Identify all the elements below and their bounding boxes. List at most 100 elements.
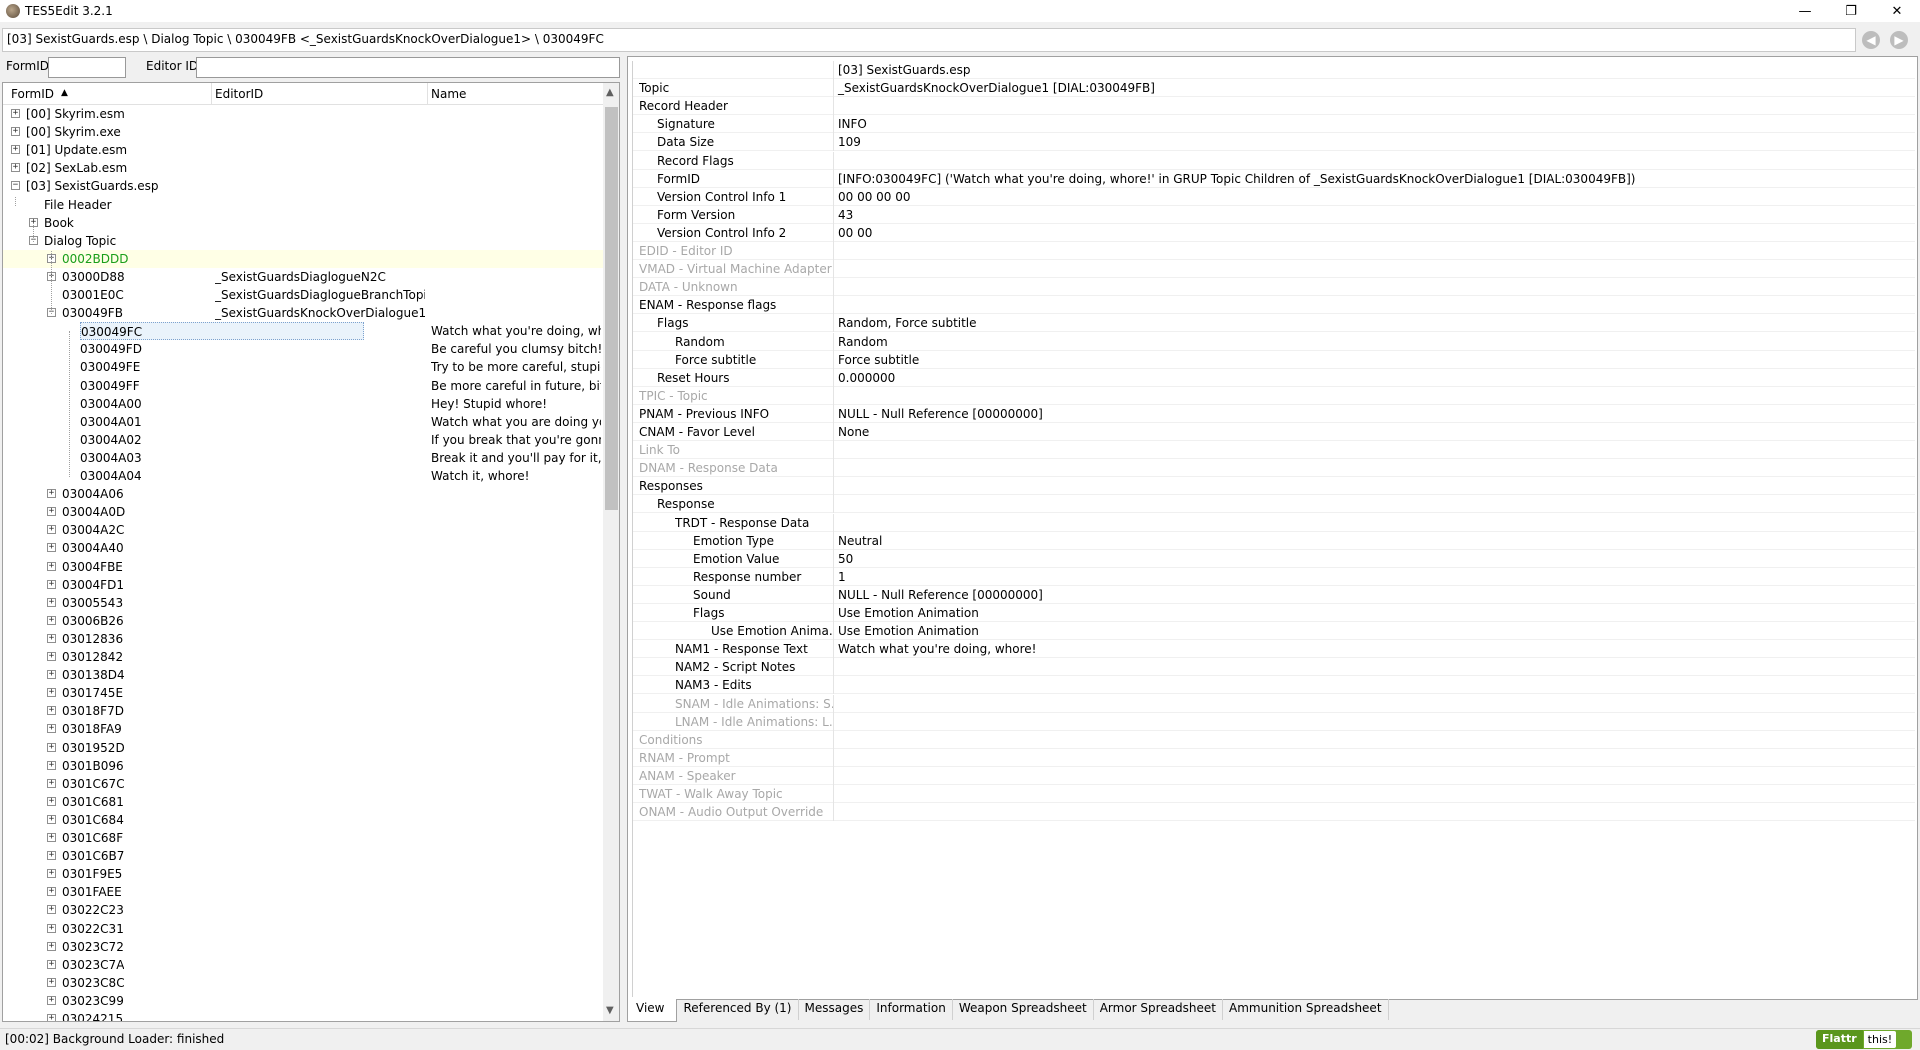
view-row[interactable]: RNAM - Prompt bbox=[633, 748, 1915, 767]
tree-row[interactable]: −030049FB _SexistGuardsKnockOverDialogue1 bbox=[3, 304, 603, 322]
view-row[interactable]: LNAM - Idle Animations: L... bbox=[633, 712, 1915, 731]
view-row[interactable]: NAM2 - Script Notes bbox=[633, 658, 1915, 677]
tree-row[interactable]: +0301952D bbox=[3, 739, 603, 757]
tree-row[interactable]: 030049FE Try to be more careful, stupid..… bbox=[3, 358, 603, 376]
tree-row[interactable]: +03000D88 _SexistGuardsDiaglogueN2C bbox=[3, 268, 603, 286]
tree-row[interactable]: +03023C7A bbox=[3, 956, 603, 974]
formid-column-header[interactable]: FormID bbox=[11, 87, 54, 101]
tree-row[interactable]: +0301C67C bbox=[3, 775, 603, 793]
view-row[interactable]: Response bbox=[633, 495, 1915, 514]
view-row[interactable]: Record Flags bbox=[633, 151, 1915, 170]
expand-icon[interactable]: + bbox=[11, 163, 20, 173]
tab-referenced-by-1[interactable]: Referenced By (1) bbox=[677, 999, 799, 1020]
tree-row[interactable]: +0301FAEE bbox=[3, 883, 603, 901]
view-row[interactable]: Data Size 109 bbox=[633, 133, 1915, 152]
view-row[interactable]: Version Control Info 2 00 00 bbox=[633, 223, 1915, 242]
expand-icon[interactable]: + bbox=[47, 670, 56, 680]
view-row[interactable]: ONAM - Audio Output Override bbox=[633, 803, 1915, 822]
tree-row[interactable]: 03004A02 If you break that you're gonn... bbox=[3, 431, 603, 449]
expand-icon[interactable]: + bbox=[11, 109, 20, 118]
tree-row[interactable]: +03018FA9 bbox=[3, 720, 603, 738]
tab-ammunition-spreadsheet[interactable]: Ammunition Spreadsheet bbox=[1223, 999, 1389, 1020]
expand-icon[interactable]: + bbox=[47, 851, 56, 861]
tab-armor-spreadsheet[interactable]: Armor Spreadsheet bbox=[1094, 999, 1223, 1020]
expand-icon[interactable]: + bbox=[47, 742, 56, 752]
tree-row[interactable]: +0301745E bbox=[3, 684, 603, 702]
tree-row[interactable]: +030138D4 bbox=[3, 666, 603, 684]
expand-icon[interactable]: + bbox=[47, 905, 56, 915]
tree-scrollbar[interactable]: ▲ ▼ bbox=[603, 83, 619, 1021]
tree-row[interactable]: − [03] SexistGuards.esp bbox=[3, 177, 603, 195]
tree-row[interactable]: 03004A01 Watch what you are doing yo... bbox=[3, 413, 603, 431]
tab-weapon-spreadsheet[interactable]: Weapon Spreadsheet bbox=[953, 999, 1094, 1020]
scroll-up-icon[interactable]: ▲ bbox=[606, 87, 614, 98]
expand-icon[interactable]: + bbox=[47, 941, 56, 951]
editorid-column-header[interactable]: EditorID bbox=[215, 87, 263, 101]
tree-row[interactable]: File Header bbox=[3, 196, 603, 214]
view-row[interactable]: Emotion Type Neutral bbox=[633, 531, 1915, 550]
expand-icon[interactable]: + bbox=[47, 633, 56, 643]
close-button[interactable]: ✕ bbox=[1874, 0, 1920, 22]
tree-row[interactable]: 03004A03 Break it and you'll pay for it, … bbox=[3, 449, 603, 467]
expand-icon[interactable]: + bbox=[47, 561, 56, 571]
tree-row[interactable]: +03012842 bbox=[3, 648, 603, 666]
expand-icon[interactable]: + bbox=[47, 760, 56, 770]
tree-row[interactable]: +0301C681 bbox=[3, 793, 603, 811]
view-row[interactable]: Form Version 43 bbox=[633, 205, 1915, 224]
expand-icon[interactable]: + bbox=[47, 507, 56, 517]
view-row[interactable]: Version Control Info 1 00 00 00 00 bbox=[633, 187, 1915, 206]
tree-row[interactable]: 03001E0C _SexistGuardsDiaglogueBranchTopi… bbox=[3, 286, 603, 304]
view-row[interactable]: NAM3 - Edits bbox=[633, 676, 1915, 695]
view-row[interactable]: DNAM - Response Data bbox=[633, 459, 1915, 478]
tree-row[interactable]: +03006B26 bbox=[3, 612, 603, 630]
expand-icon[interactable]: + bbox=[47, 977, 56, 987]
expand-icon[interactable]: + bbox=[47, 525, 56, 535]
view-row[interactable]: Response number 1 bbox=[633, 567, 1915, 586]
expand-icon[interactable]: + bbox=[47, 959, 56, 969]
view-row[interactable]: ENAM - Response flags bbox=[633, 296, 1915, 315]
tree-row[interactable]: +03004FD1 bbox=[3, 576, 603, 594]
view-row[interactable]: Flags Random, Force subtitle bbox=[633, 314, 1915, 333]
view-row[interactable]: PNAM - Previous INFO NULL - Null Referenc… bbox=[633, 404, 1915, 423]
view-row[interactable]: EDID - Editor ID bbox=[633, 242, 1915, 260]
tree-row[interactable]: 030049FF Be more careful in future, bitch… bbox=[3, 377, 603, 395]
view-row[interactable]: ANAM - Speaker bbox=[633, 766, 1915, 785]
tree-row[interactable]: +0301C6B7 bbox=[3, 847, 603, 865]
editorid-filter-input[interactable] bbox=[196, 57, 620, 78]
record-tree[interactable]: FormID ▲ EditorID Name + [00] Skyrim.esm +… bbox=[2, 82, 620, 1022]
tree-row[interactable]: +0301C684 bbox=[3, 811, 603, 829]
tree-row[interactable]: + [00] Skyrim.esm bbox=[3, 105, 603, 123]
tree-row[interactable]: +03004A06 bbox=[3, 485, 603, 503]
formid-filter-input[interactable] bbox=[48, 57, 126, 78]
tree-row[interactable]: + [02] SexLab.esm bbox=[3, 159, 603, 177]
expand-icon[interactable]: + bbox=[47, 489, 56, 499]
expand-icon[interactable]: + bbox=[47, 869, 56, 879]
view-row[interactable]: Use Emotion Anima... Use Emotion Animatio… bbox=[633, 622, 1915, 641]
forward-arrow-icon[interactable]: ▶ bbox=[1890, 31, 1908, 49]
expand-icon[interactable]: + bbox=[47, 543, 56, 553]
tree-row[interactable]: +0301B096 bbox=[3, 757, 603, 775]
expand-icon[interactable]: + bbox=[47, 887, 56, 897]
expand-icon[interactable]: + bbox=[47, 652, 56, 661]
view-row[interactable]: Emotion Value 50 bbox=[633, 549, 1915, 568]
tab-view[interactable]: View bbox=[627, 999, 678, 1022]
view-row[interactable]: Signature INFO bbox=[633, 115, 1915, 134]
tree-row[interactable]: + [01] Update.esm bbox=[3, 141, 603, 159]
view-row[interactable]: TPIC - Topic bbox=[633, 386, 1915, 405]
scroll-thumb[interactable] bbox=[605, 107, 618, 510]
flattr-button[interactable]: Flattr this! bbox=[1816, 1030, 1912, 1049]
tab-messages[interactable]: Messages bbox=[799, 999, 871, 1020]
view-row[interactable]: Responses bbox=[633, 477, 1915, 496]
expand-icon[interactable]: + bbox=[47, 796, 56, 806]
tree-row[interactable]: +03004A0D bbox=[3, 503, 603, 521]
tab-information[interactable]: Information bbox=[870, 999, 953, 1020]
view-row[interactable]: VMAD - Virtual Machine Adapter bbox=[633, 260, 1915, 279]
expand-icon[interactable]: + bbox=[11, 127, 20, 137]
tree-row[interactable]: 03004A04 Watch it, whore! bbox=[3, 467, 603, 485]
tree-row[interactable]: +03018F7D bbox=[3, 702, 603, 720]
tree-row[interactable]: 030049FC Watch what you're doing, wh... bbox=[3, 322, 603, 341]
view-row[interactable]: Record Header bbox=[633, 97, 1915, 116]
tree-row[interactable]: +0002BDDD bbox=[3, 249, 603, 268]
tree-row[interactable]: +03022C23 bbox=[3, 901, 603, 919]
tree-row[interactable]: +03005543 bbox=[3, 594, 603, 612]
